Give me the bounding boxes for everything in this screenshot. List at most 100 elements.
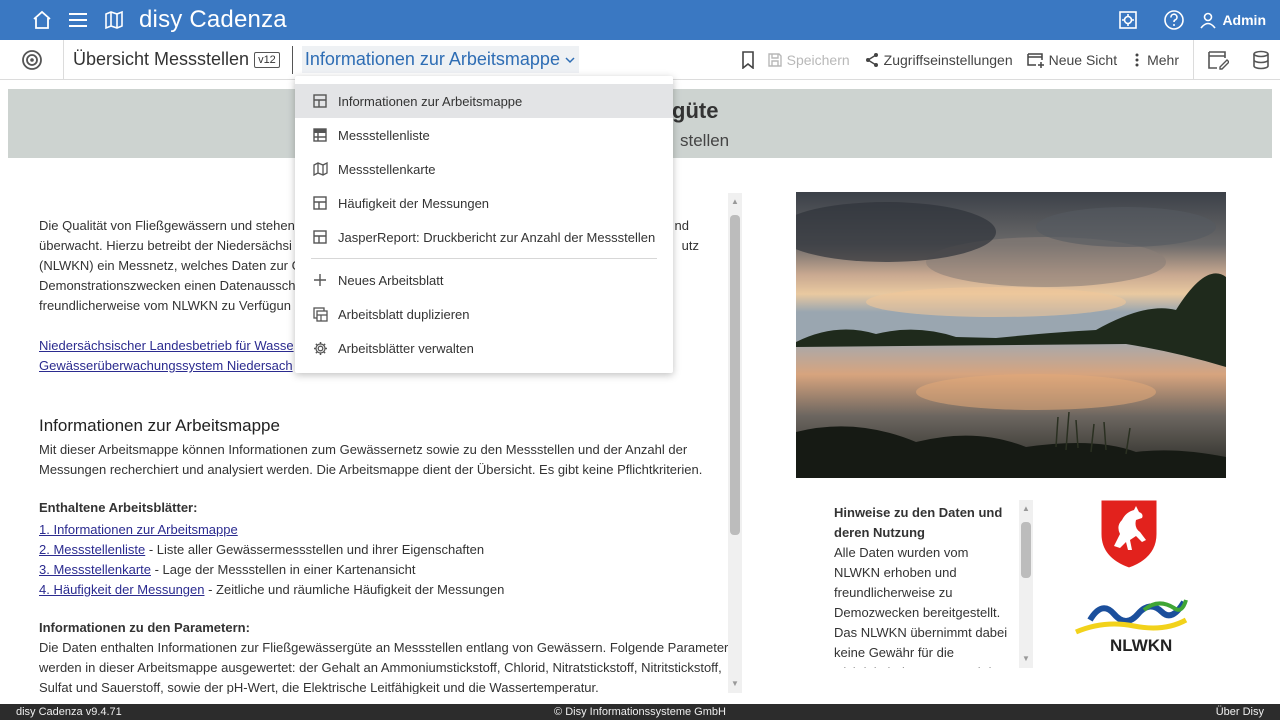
user-name: Admin (1222, 12, 1266, 28)
help-icon[interactable] (1163, 9, 1185, 31)
menu-item-duplicate-sheet[interactable]: Arbeitsblatt duplizieren (295, 297, 673, 331)
list-item: 1. Informationen zur Arbeitsmappe (39, 520, 504, 540)
menu-item-label: Informationen zur Arbeitsmappe (338, 93, 523, 109)
more-button[interactable]: Mehr (1131, 52, 1179, 68)
edit-sheet-button[interactable] (1194, 40, 1242, 80)
bookmark-button[interactable] (741, 50, 755, 69)
table-icon (312, 127, 328, 143)
user-icon (1200, 12, 1217, 29)
menu-item-sheet-info[interactable]: Informationen zur Arbeitsmappe (295, 84, 673, 118)
new-view-button[interactable]: Neue Sicht (1026, 51, 1118, 68)
user-menu[interactable]: Admin (1199, 11, 1266, 29)
data-notes-text: Alle Daten wurden vom NLWKN erhoben und … (834, 545, 1008, 668)
intro-line: überwacht. Hierzu betreibt der Niedersäc… (39, 238, 292, 253)
sheet-selector-label: Informationen zur Arbeitsmappe (304, 49, 560, 69)
database-icon (1253, 50, 1269, 69)
settings-panel-icon[interactable] (1117, 9, 1139, 31)
sheet-grid-icon (312, 229, 328, 245)
lower-saxony-crest-logo (1098, 498, 1160, 570)
main-scrollbar[interactable]: ▲ ▼ (728, 193, 742, 693)
workbook-name[interactable]: Übersicht Messstellen (73, 49, 249, 70)
banner-title: güte (672, 98, 719, 123)
plus-icon (312, 272, 328, 288)
access-settings-label: Zugriffseinstellungen (883, 51, 1013, 68)
sheet-link-1[interactable]: 1. Informationen zur Arbeitsmappe (39, 522, 238, 537)
copyright-text: © Disy Informationssysteme GmbH (554, 706, 726, 718)
scroll-up-arrow[interactable]: ▲ (728, 196, 742, 208)
menu-item-label: Arbeitsblätter verwalten (338, 340, 474, 356)
save-icon (767, 52, 782, 67)
sheet-grid-icon (312, 195, 328, 211)
target-icon (21, 49, 42, 70)
nlwkn-link[interactable]: Niedersächsischer Landesbetrieb für Wass… (39, 338, 294, 353)
database-button[interactable] (1242, 40, 1280, 80)
save-button[interactable]: Speichern (767, 52, 850, 68)
list-item: 4. Häufigkeit der Messungen - Zeitliche … (39, 580, 504, 600)
intro-line: Die Qualität von Fließgewässern und steh… (39, 218, 295, 233)
sheet-link-2[interactable]: 2. Messstellenliste (39, 542, 145, 557)
version-badge: v12 (254, 51, 280, 68)
menu-item-label: Neues Arbeitsblatt (338, 272, 444, 288)
menu-divider (311, 258, 657, 259)
sheet-link-4[interactable]: 4. Häufigkeit der Messungen (39, 582, 204, 597)
scrollbar-thumb[interactable] (1021, 522, 1031, 578)
banner-subtitle: stellen (680, 131, 730, 150)
nlwkn-logo: NLWKN (1074, 592, 1188, 655)
menu-item-label: Arbeitsblatt duplizieren (338, 306, 470, 322)
monitoring-system-link[interactable]: Gewässerüberwachungssystem Niedersach (39, 358, 293, 373)
status-footer: disy Cadenza v9.4.71 © Disy Informations… (0, 704, 1280, 720)
navigator-button[interactable] (0, 39, 64, 80)
home-icon[interactable] (31, 9, 53, 31)
menu-item-manage-sheets[interactable]: Arbeitsblätter verwalten (295, 331, 673, 365)
sheet-selector[interactable]: Informationen zur Arbeitsmappe (301, 46, 579, 73)
menu-item-new-sheet[interactable]: Neues Arbeitsblatt (295, 263, 673, 297)
hamburger-menu-icon[interactable] (67, 9, 89, 31)
more-vertical-icon (1135, 53, 1139, 66)
info-paragraph: Mit dieser Arbeitsmappe können Informati… (39, 442, 703, 477)
share-icon (865, 52, 878, 67)
sheet-dropdown-menu: Informationen zur Arbeitsmappe Messstell… (295, 76, 673, 373)
app-title[interactable]: disy Cadenza (139, 6, 287, 34)
menu-item-label: Häufigkeit der Messungen (338, 195, 490, 211)
list-item: 3. Messstellenkarte - Lage der Messstell… (39, 560, 504, 580)
menu-item-sheet-map[interactable]: Messstellenkarte (295, 152, 673, 186)
params-heading: Informationen zu den Parametern: (39, 620, 250, 635)
divider (291, 45, 293, 74)
menu-item-sheet-frequency[interactable]: Häufigkeit der Messungen (295, 186, 673, 220)
menu-item-sheet-report[interactable]: JasperReport: Druckbericht zur Anzahl de… (295, 220, 673, 254)
duplicate-icon (312, 306, 328, 322)
chevron-down-icon (565, 56, 575, 63)
scrollbar-thumb[interactable] (730, 215, 740, 535)
workbook-toolbar: Übersicht Messstellen v12 Informationen … (0, 39, 1280, 80)
sheet-link-3[interactable]: 3. Messstellenkarte (39, 562, 151, 577)
scroll-up-arrow[interactable]: ▲ (1019, 503, 1033, 515)
sheet-grid-icon (312, 93, 328, 109)
list-item: 2. Messstellenliste - Liste aller Gewäss… (39, 540, 504, 560)
intro-line-end: nd (674, 218, 689, 233)
data-notes-box: Hinweise zu den Daten und deren Nutzung … (826, 500, 1034, 668)
more-label: Mehr (1147, 51, 1179, 68)
edit-sheet-icon (1208, 50, 1229, 70)
map-icon[interactable] (103, 9, 125, 31)
notes-scrollbar[interactable]: ▲ ▼ (1019, 500, 1033, 668)
nlwkn-logo-text: NLWKN (1110, 636, 1172, 654)
menu-item-label: Messstellenkarte (338, 161, 436, 177)
menu-item-sheet-list[interactable]: Messstellenliste (295, 118, 673, 152)
data-notes-title: Hinweise zu den Daten und deren Nutzung (834, 505, 1003, 540)
sheets-heading: Enthaltene Arbeitsblätter: (39, 500, 198, 515)
section-heading: Informationen zur Arbeitsmappe (39, 416, 280, 435)
sheet-desc: - Liste aller Gewässermessstellen und ih… (145, 542, 485, 557)
sheet-desc: - Zeitliche und räumliche Häufigkeit der… (204, 582, 505, 597)
about-link[interactable]: Über Disy (1216, 706, 1264, 718)
scroll-down-arrow[interactable]: ▼ (1019, 653, 1033, 665)
access-settings-button[interactable]: Zugriffseinstellungen (864, 52, 1013, 68)
source-links: Niedersächsischer Landesbetrieb für Wass… (39, 336, 294, 376)
menu-item-label: JasperReport: Druckbericht zur Anzahl de… (338, 229, 656, 245)
sheet-list: 1. Informationen zur Arbeitsmappe 2. Mes… (39, 520, 504, 600)
gear-icon (312, 340, 328, 356)
menu-item-label: Messstellenliste (338, 127, 430, 143)
sheet-desc: - Lage der Messstellen in einer Kartenan… (151, 562, 416, 577)
new-view-label: Neue Sicht (1048, 51, 1118, 68)
add-view-icon (1026, 52, 1044, 68)
scroll-down-arrow[interactable]: ▼ (728, 678, 742, 690)
